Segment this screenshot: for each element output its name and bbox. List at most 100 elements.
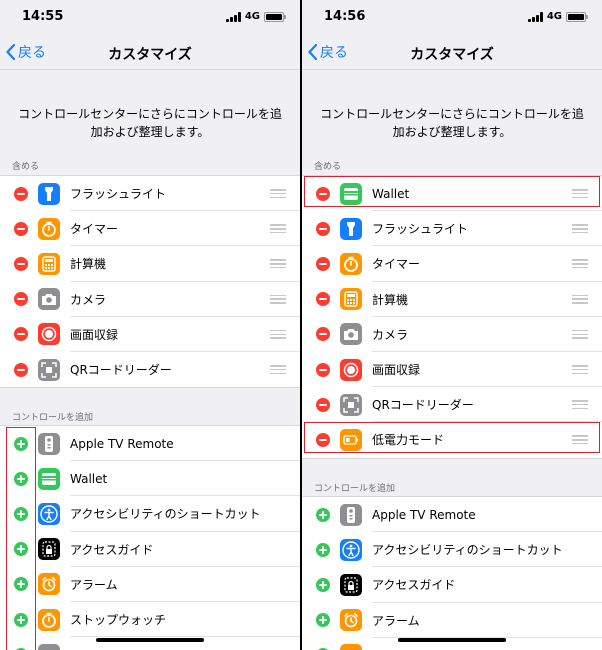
included-controls-list: Wallet フラッシュライトタイマー計算機カメラ画面収録 QRコードリーダー低電力… [302,175,602,459]
control-row[interactable]: カメラ [0,282,300,317]
apple-tv-remote-icon [38,432,60,455]
control-row[interactable]: フラッシュライト [0,176,300,212]
control-label: アクセシビリティのショートカット [372,543,563,558]
page-title: カスタマイズ [410,47,494,63]
remove-control-button[interactable] [14,256,28,271]
reorder-handle-icon[interactable] [270,294,286,304]
reorder-handle-icon[interactable] [572,400,588,410]
status-bar: 14:55 4G [0,0,300,36]
remove-control-button[interactable] [316,186,330,201]
control-label: アクセスガイド [372,578,456,593]
reorder-handle-icon[interactable] [270,259,286,269]
accessibility-icon [38,502,60,525]
low-power-mode-icon [340,428,362,451]
reorder-handle-icon[interactable] [270,329,286,339]
control-label: カメラ [372,327,409,342]
network-type: 4G [546,11,562,22]
add-control-button[interactable] [14,436,28,451]
calculator-icon [340,288,362,311]
more-controls-list: Apple TV Remote Wallet アクセシビリティのショートカット アクセ… [0,425,300,650]
control-row[interactable]: QRコードリーダー [0,352,300,387]
remove-control-button[interactable] [316,432,330,447]
control-label: タイマー [372,257,421,272]
remove-control-button[interactable] [14,362,28,377]
control-label: カメラ [70,292,107,307]
control-row[interactable]: Wallet [0,461,300,497]
screen-recording-icon [340,358,362,381]
included-controls-list: フラッシュライトタイマー計算機カメラ画面収録 QRコードリーダー [0,175,300,389]
add-control-button[interactable] [14,471,28,486]
remove-control-button[interactable] [316,221,330,236]
page-description: コントロールセンターにさらにコントロールを追加および整理します。 [320,107,584,139]
reorder-handle-icon[interactable] [572,294,588,304]
reorder-handle-icon[interactable] [572,435,588,445]
remove-control-button[interactable] [316,256,330,271]
control-row[interactable]: 低電力モード [302,422,602,457]
control-row[interactable]: 画面収録 [302,352,602,388]
control-label: タイマー [70,222,119,237]
add-control-button[interactable] [316,613,330,628]
control-row[interactable]: ストップウォッチ [0,602,300,638]
control-label: 画面収録 [70,327,119,342]
control-label: Wallet [372,186,410,201]
home-indicator[interactable] [398,638,506,642]
control-row[interactable]: 計算機 [0,246,300,282]
add-control-button[interactable] [14,506,28,521]
control-label: Apple TV Remote [70,436,174,451]
control-row[interactable]: アラーム [302,603,602,638]
camera-icon [38,288,60,311]
reorder-handle-icon[interactable] [572,224,588,234]
remove-control-button[interactable] [316,362,330,377]
reorder-handle-icon[interactable] [572,189,588,199]
control-row[interactable]: アラーム [0,567,300,602]
reorder-handle-icon[interactable] [270,224,286,234]
add-control-button[interactable] [14,542,28,557]
reorder-handle-icon[interactable] [572,365,588,375]
add-control-button[interactable] [316,507,330,522]
control-row[interactable]: Wallet [302,176,602,212]
reorder-handle-icon[interactable] [270,189,286,199]
add-control-button[interactable] [14,612,28,627]
home-indicator[interactable] [96,638,204,642]
qr-code-icon [38,358,60,381]
reorder-handle-icon[interactable] [270,365,286,375]
control-label: Apple TV Remote [372,507,476,522]
control-row[interactable]: Apple TV Remote [0,426,300,462]
control-label: Wallet [70,471,108,486]
control-row[interactable]: Apple TV Remote [302,497,602,533]
control-row[interactable]: アクセスガイド [0,532,300,567]
remove-control-button[interactable] [316,327,330,342]
reorder-handle-icon[interactable] [572,259,588,269]
screen-recording-icon [38,323,60,346]
battery-icon [264,11,286,22]
control-row[interactable]: 画面収録 [0,317,300,352]
control-row[interactable]: アクセシビリティのショートカット [0,496,300,532]
control-label: QRコードリーダー [372,398,474,413]
control-row[interactable]: フラッシュライト [302,211,602,247]
reorder-handle-icon[interactable] [572,329,588,339]
control-label: アラーム [372,613,420,628]
remove-control-button[interactable] [14,292,28,307]
page-title: カスタマイズ [108,47,192,63]
remove-control-button[interactable] [316,397,330,412]
wallet-icon [38,467,60,490]
remove-control-button[interactable] [14,186,28,201]
control-row[interactable]: 計算機 [302,282,602,317]
control-row[interactable]: タイマー [0,211,300,247]
control-row[interactable]: タイマー [302,246,602,282]
timer-icon [38,217,60,240]
status-time: 14:56 [324,9,366,24]
control-row[interactable]: カメラ [302,317,602,352]
add-control-button[interactable] [14,577,28,592]
section-header-more-controls: コントロールを追加 [12,413,94,423]
control-row[interactable]: QRコードリーダー [302,387,602,423]
remove-control-button[interactable] [14,221,28,236]
remove-control-button[interactable] [14,327,28,342]
flashlight-icon [340,217,362,240]
add-control-button[interactable] [316,577,330,592]
control-row[interactable]: アクセスガイド [302,567,602,603]
customize-screen-before: 14:55 4G 戻る カスタマイズ コントロールセンターにさらにコントロールを… [0,0,300,650]
add-control-button[interactable] [316,542,330,557]
control-row[interactable]: アクセシビリティのショートカット [302,532,602,568]
remove-control-button[interactable] [316,292,330,307]
